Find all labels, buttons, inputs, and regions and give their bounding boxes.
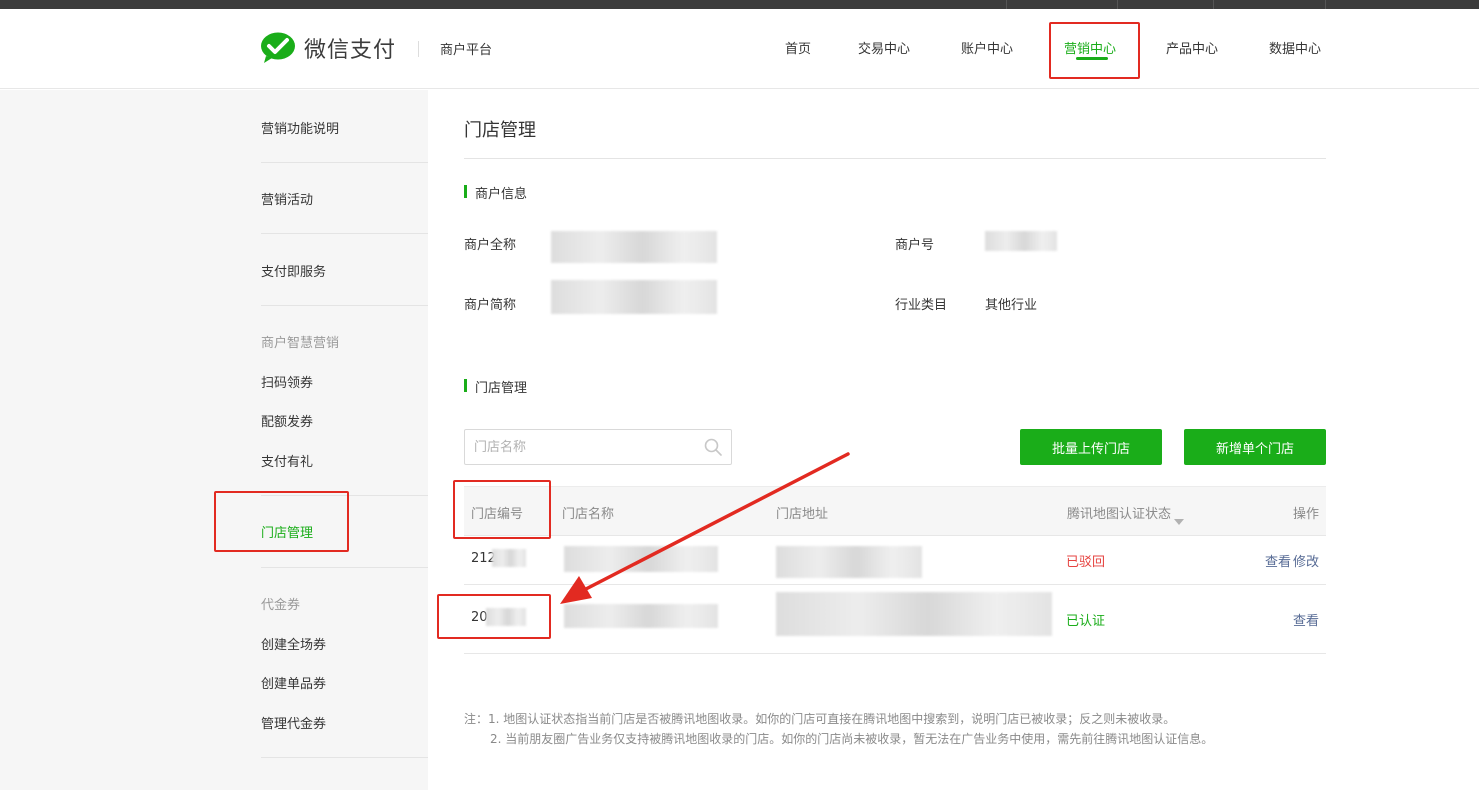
footnote-line-1: 注：1. 地图认证状态指当前门店是否被腾讯地图收录。如你的门店可直接在腾讯地图中… (464, 712, 1176, 726)
nav-account-center[interactable]: 账户中心 (961, 38, 1013, 57)
sidebar-group-smart-marketing: 商户智慧营销 (261, 336, 340, 351)
sidebar-item-scan-coupon[interactable]: 扫码领券 (261, 372, 313, 391)
sidebar-divider (261, 567, 428, 568)
top-header: 微信支付 商户平台 首页 交易中心 账户中心 营销中心 产品中心 数据中心 (0, 9, 1479, 89)
store-id-redacted (492, 549, 526, 567)
batch-upload-button[interactable]: 批量上传门店 (1020, 429, 1162, 465)
store-name-redacted (564, 604, 718, 628)
annotation-box-marketing-nav (1049, 22, 1140, 79)
column-header-actions: 操作 (1293, 507, 1320, 522)
sidebar-item-quota-coupon[interactable]: 配额发券 (261, 411, 313, 430)
sidebar-divider (261, 305, 428, 306)
sidebar-divider (261, 233, 428, 234)
table-header: 门店编号 门店名称 门店地址 腾讯地图认证状态 操作 (464, 486, 1326, 536)
store-search-input[interactable] (465, 430, 685, 464)
merchant-short-name-value-redacted (551, 280, 717, 314)
merchant-short-name-label: 商户简称 (464, 298, 517, 313)
edit-link[interactable]: 修改 (1293, 551, 1319, 570)
sidebar-item-create-single-coupon[interactable]: 创建单品券 (261, 673, 326, 692)
header-divider (418, 41, 419, 57)
merchant-full-name-value-redacted (551, 231, 717, 263)
annotation-box-store-menu (214, 491, 349, 552)
nav-data-center[interactable]: 数据中心 (1269, 38, 1321, 57)
sidebar-divider (261, 757, 428, 758)
sidebar-group-coupon: 代金券 (261, 598, 301, 613)
page-title: 门店管理 (464, 120, 536, 141)
status-badge: 已驳回 (1066, 555, 1106, 570)
store-address-redacted (776, 592, 1052, 636)
sidebar-item-pay-gift[interactable]: 支付有礼 (261, 451, 313, 470)
view-link[interactable]: 查看 (1265, 551, 1291, 570)
status-badge: 已认证 (1066, 614, 1106, 629)
wechat-pay-logo[interactable]: 微信支付 (260, 32, 396, 64)
merchant-full-name-label: 商户全称 (464, 238, 517, 253)
sidebar-item-create-store-coupon[interactable]: 创建全场券 (261, 634, 326, 653)
title-divider (464, 158, 1326, 159)
footnote: 注：1. 地图认证状态指当前门店是否被腾讯地图收录。如你的门店可直接在腾讯地图中… (464, 709, 1213, 749)
wechat-pay-logo-icon (260, 32, 296, 64)
sidebar-item-pay-service[interactable]: 支付即服务 (261, 261, 326, 280)
table-row-divider (464, 584, 1326, 585)
store-name-redacted (564, 546, 718, 572)
browser-top-strip (0, 0, 1479, 9)
search-icon[interactable] (704, 438, 722, 456)
industry-value: 其他行业 (985, 298, 1038, 313)
section-merchant-info: 商户信息 (464, 183, 527, 202)
nav-product-center[interactable]: 产品中心 (1166, 38, 1218, 57)
column-header-map-status[interactable]: 腾讯地图认证状态 (1067, 503, 1171, 522)
merchant-id-value-redacted (985, 231, 1057, 251)
platform-label: 商户平台 (440, 43, 493, 58)
store-search-box[interactable] (464, 429, 732, 465)
industry-label: 行业类目 (895, 298, 948, 313)
sidebar-item-marketing-intro[interactable]: 营销功能说明 (261, 118, 339, 137)
column-header-store-name: 门店名称 (562, 507, 615, 522)
annotation-box-store-id-header (453, 480, 551, 539)
column-header-store-address: 门店地址 (776, 507, 829, 522)
logo-text: 微信支付 (304, 38, 397, 63)
add-store-button[interactable]: 新增单个门店 (1184, 429, 1326, 465)
sidebar (0, 90, 428, 790)
table-row-divider (464, 653, 1326, 654)
sidebar-item-manage-coupon[interactable]: 管理代金券 (261, 713, 326, 732)
sidebar-item-marketing-activity[interactable]: 营销活动 (261, 189, 313, 208)
footnote-line-2: 2. 当前朋友圈广告业务仅支持被腾讯地图收录的门店。如你的门店尚未被收录，暂无法… (490, 732, 1214, 746)
store-address-redacted (776, 546, 922, 578)
section-store-management: 门店管理 (464, 377, 527, 396)
view-link[interactable]: 查看 (1293, 610, 1319, 629)
nav-trade-center[interactable]: 交易中心 (858, 38, 910, 57)
annotation-box-store-id-cell (437, 594, 551, 639)
sidebar-divider (261, 162, 428, 163)
nav-home[interactable]: 首页 (785, 38, 811, 57)
merchant-id-label: 商户号 (895, 238, 935, 253)
sort-down-icon[interactable] (1174, 510, 1184, 529)
